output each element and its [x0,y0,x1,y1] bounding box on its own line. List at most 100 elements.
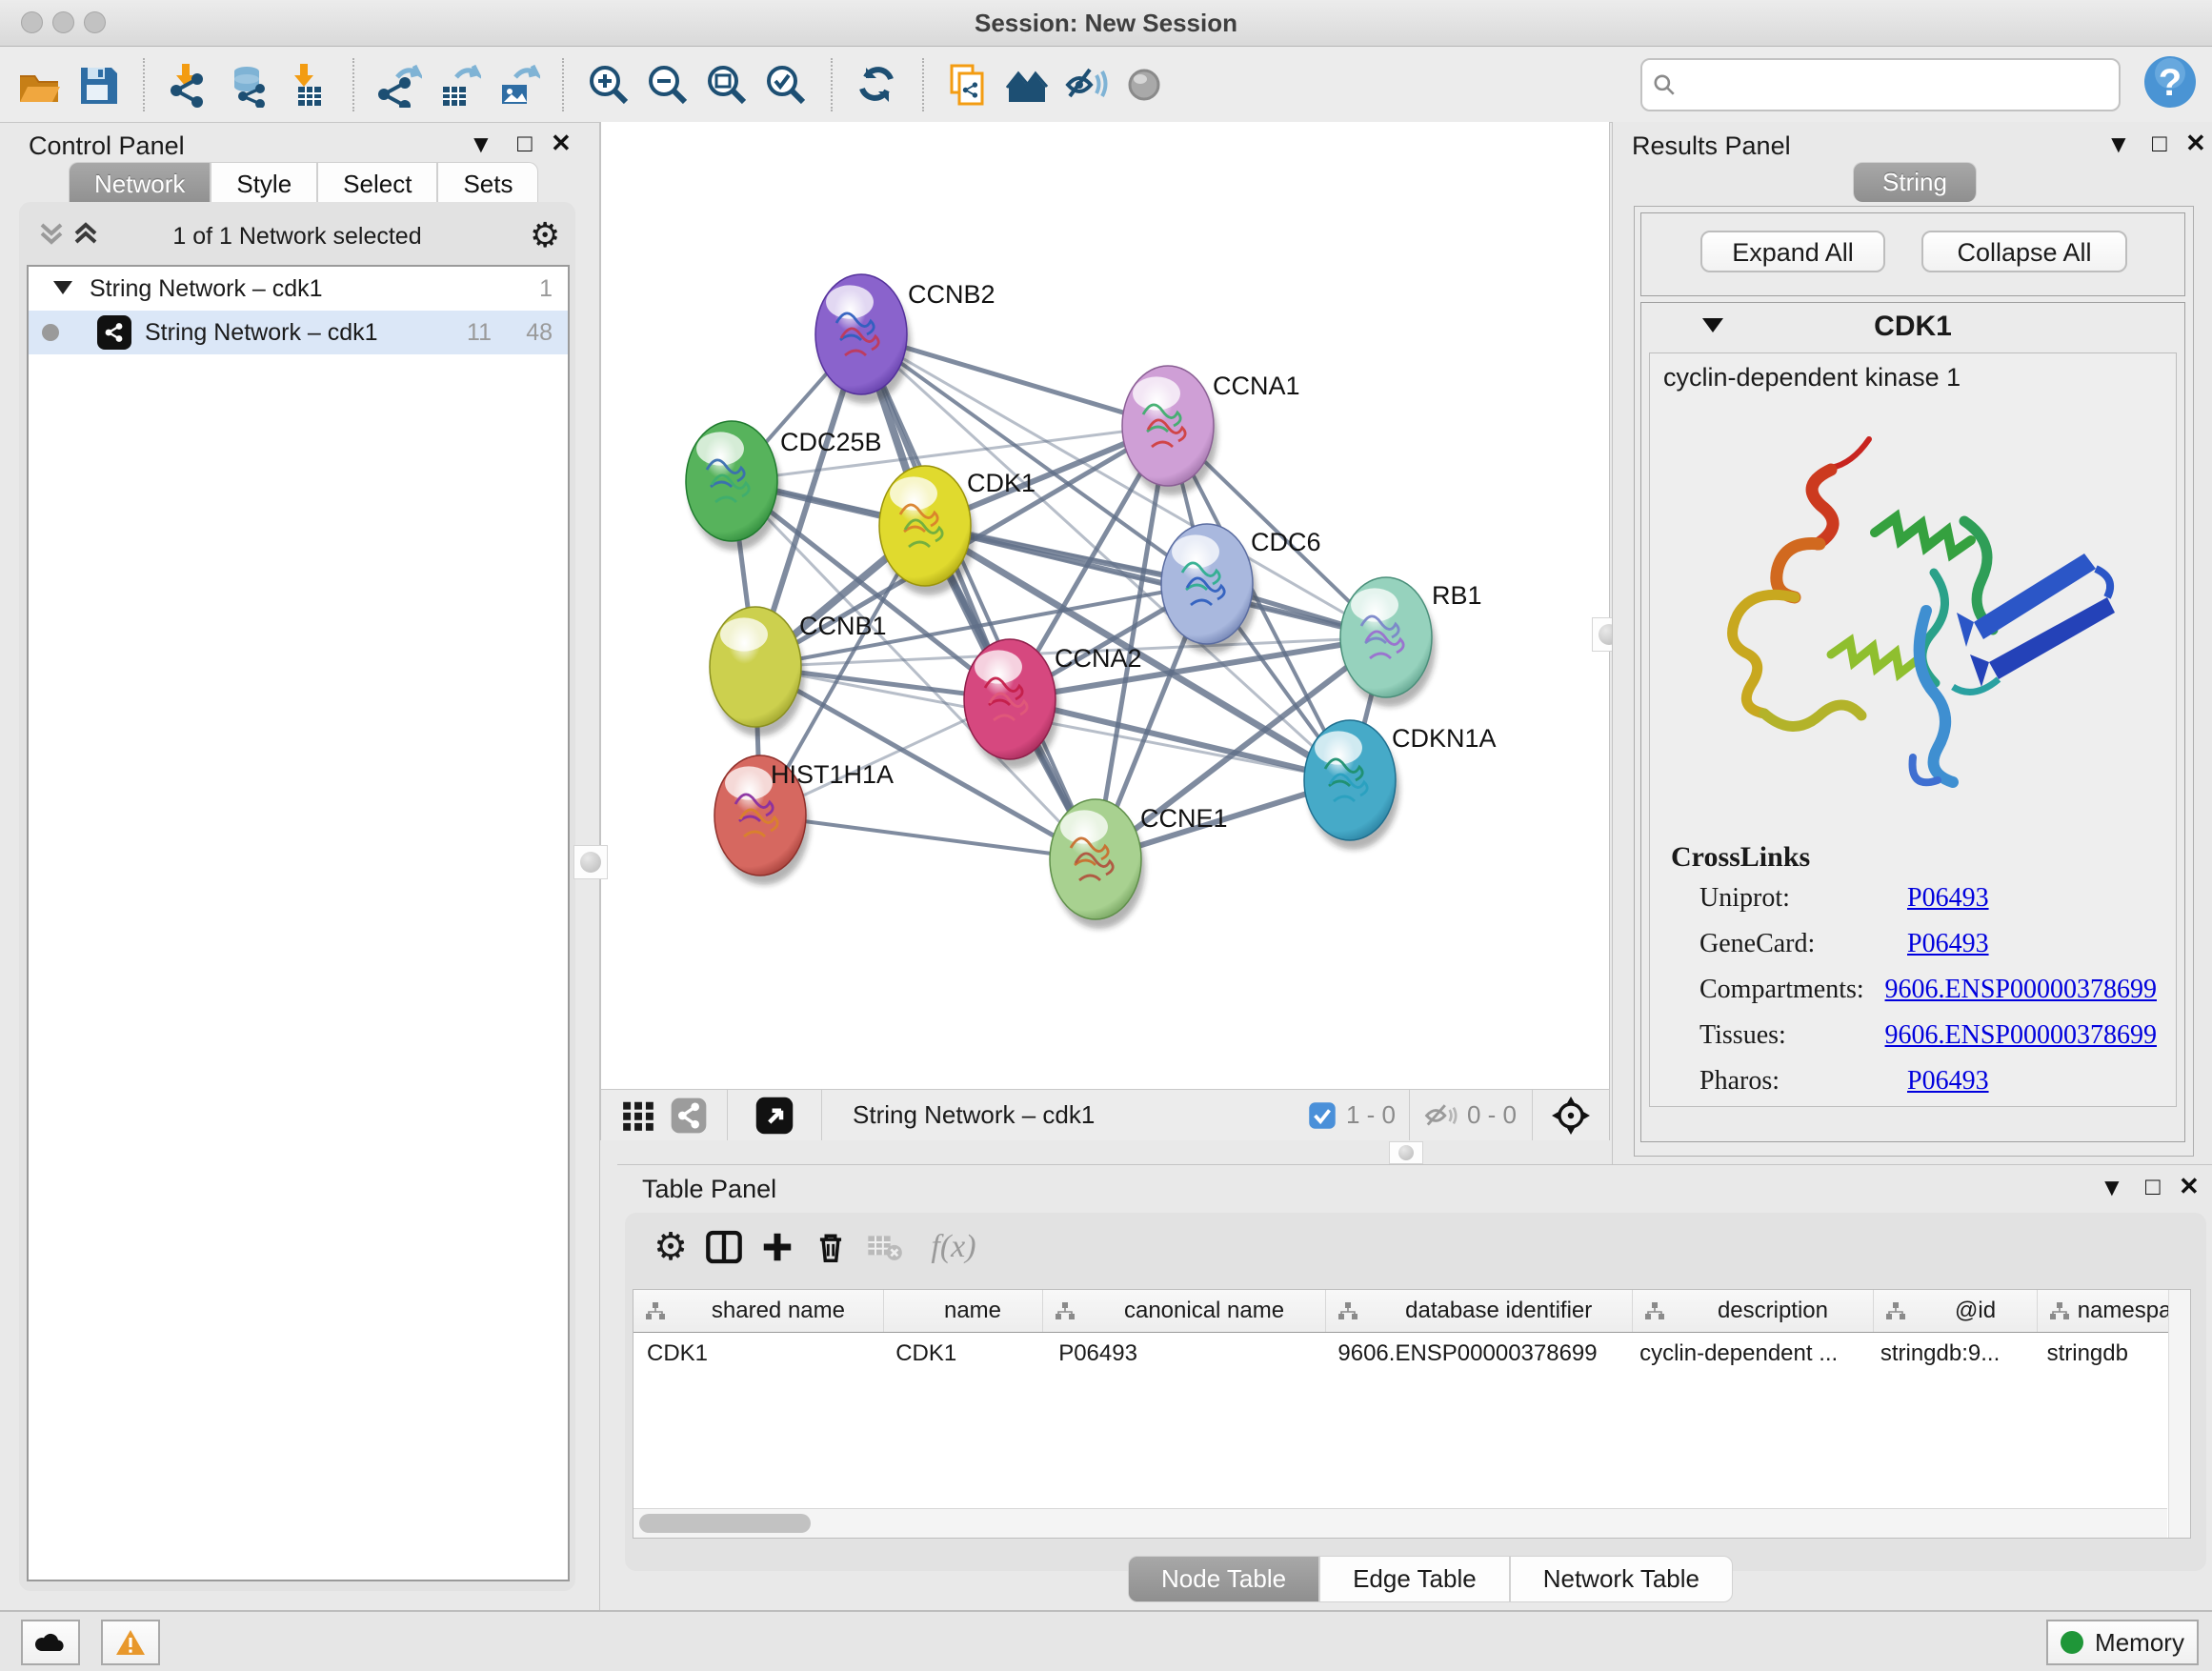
cell-namespace[interactable]: stringdb [2034,1333,2190,1375]
node-CCNA1[interactable]: CCNA1 [1122,366,1300,495]
cloud-button[interactable] [21,1620,80,1665]
table-panel-menu-icon[interactable]: ▼ [2100,1173,2124,1201]
pan-crosshair-icon[interactable] [1550,1095,1592,1137]
import-network-database-button[interactable] [219,55,278,114]
node-CCNE1[interactable]: CCNE1 [1050,799,1228,929]
string-app-button[interactable] [939,55,998,114]
column-header-database-identifier[interactable]: database identifier [1326,1290,1633,1332]
node-RB1[interactable]: RB1 [1340,577,1482,707]
collapse-all-button[interactable]: Collapse All [1921,231,2127,272]
status-bar: Memory [0,1610,2212,1671]
cell-database-identifier[interactable]: 9606.ENSP00000378699 [1324,1333,1626,1375]
column-header-namespace[interactable]: namespace [2038,1290,2190,1332]
network-collection-row[interactable]: String Network – cdk1 1 [29,267,568,311]
edge-HIST1H1A-CCNE1[interactable] [760,815,1096,859]
expand-all-button[interactable]: Expand All [1700,231,1885,272]
vertical-scrollbar[interactable] [2168,1290,2190,1538]
tab-style[interactable]: Style [211,162,317,206]
import-table-file-button[interactable] [278,55,337,114]
cell-canonical-name[interactable]: P06493 [1045,1333,1324,1375]
table-settings-gear-icon[interactable]: ⚙ [644,1220,697,1274]
results-panel-close-icon[interactable]: ✕ [2185,129,2206,157]
horizontal-scrollbar[interactable] [633,1508,2167,1538]
network-options-gear-icon[interactable]: ⚙ [530,215,560,255]
tab-select[interactable]: Select [317,162,437,206]
birdseye-view-icon[interactable] [754,1096,794,1136]
export-network-button[interactable] [370,55,429,114]
cell-id[interactable]: stringdb:9... [1867,1333,2034,1375]
node-CDC25B[interactable]: CDC25B [686,421,882,551]
grid-view-icon[interactable] [620,1097,656,1134]
tab-node-table[interactable]: Node Table [1128,1556,1319,1602]
crosslink-link[interactable]: P06493 [1907,929,1989,959]
table-panel-float-icon[interactable]: □ [2145,1172,2161,1200]
network-overview-button[interactable] [998,55,1057,114]
hide-selected-button[interactable] [1057,55,1116,114]
zoom-fit-button[interactable] [697,55,756,114]
tab-network[interactable]: Network [69,162,211,206]
delete-column-icon[interactable] [804,1220,857,1274]
node-table[interactable]: shared namenamecanonical namedatabase id… [633,1289,2191,1539]
export-table-button[interactable] [429,55,488,114]
refresh-network-button[interactable] [848,55,907,114]
cell-description[interactable]: cyclin-dependent ... [1626,1333,1867,1375]
table-panel-close-icon[interactable]: ✕ [2179,1172,2200,1200]
tab-network-table[interactable]: Network Table [1510,1556,1733,1602]
crosslink-link[interactable]: 9606.ENSP00000378699 [1885,975,2157,1005]
results-panel-float-icon[interactable]: □ [2152,129,2167,157]
node-CCNB1[interactable]: CCNB1 [710,607,887,736]
results-panel-menu-icon[interactable]: ▼ [2106,130,2131,158]
save-session-button[interactable] [69,55,128,114]
control-panel-float-icon[interactable]: □ [517,129,533,157]
control-panel-menu-icon[interactable]: ▼ [469,130,493,158]
node-CCNB2[interactable]: CCNB2 [815,274,995,404]
cell-shared-name[interactable]: CDK1 [633,1333,882,1375]
control-panel-close-icon[interactable]: ✕ [551,129,572,157]
show-columns-icon[interactable] [697,1220,751,1274]
node-CDC6[interactable]: CDC6 [1161,524,1321,654]
tab-string[interactable]: String [1853,162,1977,202]
hidden-items-icon[interactable] [1423,1101,1458,1130]
import-network-file-button[interactable] [160,55,219,114]
bottom-splitter-handle[interactable] [1389,1141,1423,1164]
column-header-shared-name[interactable]: shared name [633,1290,884,1332]
zoom-selected-button[interactable] [756,55,815,114]
crosslink-link[interactable]: P06493 [1907,1066,1989,1097]
network-canvas[interactable]: CCNB2CCNA1CDC25BCDK1CDC6RB1CCNB1CCNA2CDK… [600,122,1610,1089]
add-column-icon[interactable] [751,1220,804,1274]
horizontal-scrollbar-thumb[interactable] [639,1514,811,1533]
network-row[interactable]: String Network – cdk1 11 48 [29,311,568,354]
help-icon: ? [2142,53,2199,111]
edge-CCNB2-CCNE1[interactable] [861,334,1096,859]
zoom-in-button[interactable] [579,55,638,114]
open-file-button[interactable] [10,55,69,114]
result-node-name[interactable]: CDK1 [1641,311,2184,343]
zoom-in-icon [586,62,632,108]
left-splitter-handle[interactable] [573,845,608,879]
cell-name[interactable]: CDK1 [882,1333,1045,1375]
search-field[interactable] [1640,58,2121,111]
selected-checkbox-icon[interactable] [1308,1101,1337,1130]
tree-expander-icon[interactable] [51,276,74,297]
crosslink-link[interactable]: 9606.ENSP00000378699 [1885,1020,2157,1051]
warnings-button[interactable] [101,1620,160,1665]
export-image-button[interactable] [488,55,547,114]
column-header-description[interactable]: description [1633,1290,1875,1332]
column-header-canonical-name[interactable]: canonical name [1043,1290,1326,1332]
column-header-name[interactable]: name [884,1290,1043,1332]
show-all-button[interactable] [1116,55,1176,114]
column-header-id[interactable]: @id [1874,1290,2037,1332]
search-input[interactable] [1686,70,2119,99]
tab-sets[interactable]: Sets [437,162,538,206]
table-row[interactable]: CDK1CDK1P064939606.ENSP00000378699cyclin… [633,1333,2190,1375]
crosslink-link[interactable]: P06493 [1907,883,1989,914]
network-thumbnail-view-icon[interactable] [670,1097,708,1135]
memory-button[interactable]: Memory [2046,1620,2199,1665]
node-result-section: CDK1 cyclin-dependent kinase 1 [1640,302,2185,1142]
node-CDKN1A[interactable]: CDKN1A [1304,720,1497,850]
help-button[interactable]: ? [2142,53,2199,111]
tab-edge-table[interactable]: Edge Table [1319,1556,1510,1602]
zoom-out-button[interactable] [638,55,697,114]
application-window: Session: New Session ? Control Panel ▼ □… [0,0,2212,1671]
node-HIST1H1A[interactable]: HIST1H1A [714,755,894,885]
